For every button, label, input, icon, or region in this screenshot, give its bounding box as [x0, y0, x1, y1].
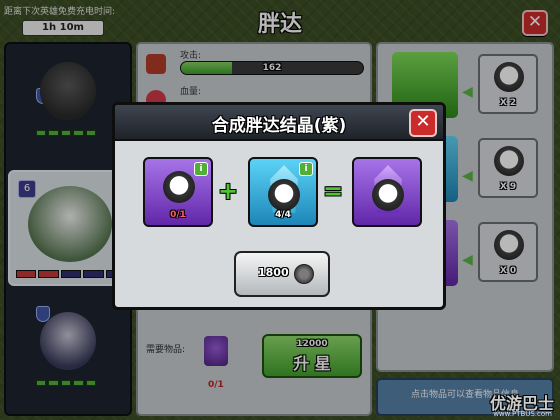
info-icon[interactable]: i	[299, 162, 313, 176]
ingredient-slot-purple[interactable]: i 0/1	[143, 157, 213, 227]
craft-dialog: 合成胖达结晶(紫) ✕ i 0/1 + i 4/4 = 1800	[112, 102, 446, 310]
coin-icon	[294, 264, 314, 284]
dialog-header: 合成胖达结晶(紫) ✕	[115, 105, 443, 141]
panda-face-icon	[268, 179, 300, 211]
craft-button[interactable]: 1800	[234, 251, 330, 297]
watermark-url: www.PTBUS.com	[493, 410, 552, 418]
panda-face-icon	[372, 179, 404, 211]
dialog-title: 合成胖达结晶(紫)	[211, 116, 347, 136]
ingredient-slot-blue[interactable]: i 4/4	[248, 157, 318, 227]
ingredient-count: 4/4	[275, 210, 291, 220]
craft-cost: 1800	[258, 266, 289, 279]
ingredient-count: 0/1	[170, 210, 186, 220]
equals-icon: =	[323, 177, 344, 205]
plus-icon: +	[218, 177, 239, 205]
panda-face-icon	[163, 171, 195, 203]
result-slot-purple-crystal[interactable]	[352, 157, 422, 227]
close-icon[interactable]: ✕	[409, 109, 437, 137]
info-icon[interactable]: i	[194, 162, 208, 176]
